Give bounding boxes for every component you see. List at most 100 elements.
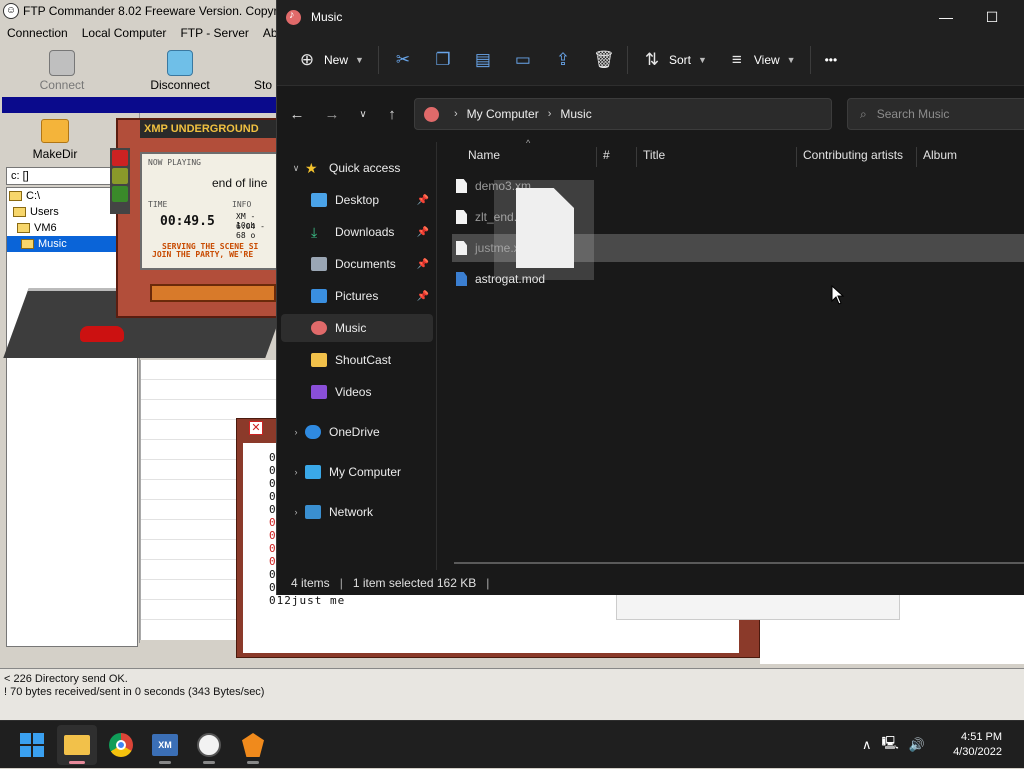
cut-icon: ✂ — [395, 49, 411, 69]
taskbar-file-explorer[interactable] — [57, 725, 97, 765]
rename-button[interactable]: ▭ — [503, 44, 543, 76]
music-folder-icon — [424, 106, 439, 122]
ftp-commander-icon — [197, 733, 221, 757]
delete-button[interactable]: 🗑 — [583, 44, 623, 76]
sort-label: Sort — [668, 52, 691, 67]
forward-button[interactable]: → — [320, 102, 344, 126]
nav-downloads[interactable]: ⤓ Downloads 📌 — [281, 218, 433, 246]
module-file-icon — [456, 272, 467, 286]
column-number[interactable]: # — [596, 147, 636, 167]
sort-button[interactable]: ⇅ Sort ▼ — [632, 44, 717, 76]
xmplay-time: 00:49.5 — [160, 214, 215, 229]
search-icon: ⌕ — [860, 106, 867, 121]
ftp-menu-bar: Connection Local Computer FTP - Server A… — [0, 23, 291, 43]
power-icon[interactable] — [112, 150, 128, 166]
documents-icon — [311, 257, 327, 271]
address-bar[interactable]: › My Computer › Music ∨ ↻ — [414, 98, 965, 130]
menu-connection[interactable]: Connection — [0, 23, 75, 43]
nav-videos[interactable]: Videos — [281, 378, 433, 406]
music-icon — [311, 321, 327, 335]
breadcrumb-my-computer[interactable]: My Computer — [467, 107, 539, 121]
nav-pictures[interactable]: Pictures 📌 — [281, 282, 433, 310]
nav-network[interactable]: › Network — [281, 498, 433, 526]
nav-desktop[interactable]: Desktop 📌 — [281, 186, 433, 214]
pattern-row: 012just me — [269, 594, 346, 607]
minimize-button[interactable]: — — [923, 0, 969, 34]
chevron-right-icon: › — [294, 467, 298, 477]
column-name[interactable]: Name — [462, 147, 602, 167]
cut-button[interactable]: ✂ — [383, 44, 423, 76]
view-button[interactable]: ≡ View ▼ — [717, 44, 806, 76]
now-playing-label: NOW PLAYING — [148, 158, 201, 167]
menu-local-computer[interactable]: Local Computer — [75, 23, 174, 43]
info-label: INFO — [232, 200, 252, 209]
config-icon[interactable] — [112, 186, 128, 202]
share-button[interactable]: ⇪ — [543, 44, 583, 76]
chevron-right-icon: › — [547, 108, 552, 120]
xmplay-sign: XMP UNDERGROUND — [140, 120, 278, 138]
cloud-icon — [305, 425, 321, 439]
plus-circle-icon: ⊕ — [299, 49, 315, 69]
volume-icon[interactable]: 🔊 — [909, 737, 925, 753]
trash-icon: 🗑 — [592, 49, 615, 69]
nav-documents[interactable]: Documents 📌 — [281, 250, 433, 278]
column-title[interactable]: Title — [636, 147, 796, 167]
download-icon: ⤓ — [311, 224, 318, 240]
nav-onedrive[interactable]: › OneDrive — [281, 418, 433, 446]
nav-label: Videos — [335, 385, 372, 399]
taskbar-xmplay[interactable]: XM — [145, 725, 185, 765]
new-button[interactable]: ⊕ New ▼ — [287, 44, 374, 76]
xmplay-transport-controls[interactable] — [150, 284, 276, 302]
up-button[interactable]: ↑ — [380, 102, 404, 126]
document-icon — [516, 188, 574, 268]
nav-quick-access[interactable]: ∨ ★ Quick access — [281, 154, 433, 182]
navigation-pane: ∨ ★ Quick access Desktop 📌 ⤓ Downloads 📌… — [277, 142, 437, 572]
selection-info: 1 item selected 162 KB — [352, 575, 477, 590]
pin-icon: 📌 — [416, 290, 429, 302]
back-button[interactable]: ← — [285, 102, 309, 126]
pin-icon: 📌 — [416, 258, 429, 270]
more-options-button[interactable]: ••• — [815, 44, 848, 76]
car-graphic — [80, 326, 124, 342]
share-icon: ⇪ — [555, 49, 571, 69]
address-row: ← → ∨ ↑ › My Computer › Music ∨ ↻ ⌕ Sear… — [277, 86, 1024, 142]
window-title: Music — [311, 10, 343, 24]
paste-button[interactable]: ▤ — [463, 44, 503, 76]
nav-shoutcast[interactable]: ShoutCast — [281, 346, 433, 374]
file-icon — [456, 241, 467, 255]
command-bar: ⊕ New ▼ ✂ ❐ ▤ ▭ ⇪ 🗑 ⇅ Sort ▼ ≡ View ▼ ••… — [277, 34, 1024, 86]
copy-icon: ❐ — [435, 49, 451, 69]
clock[interactable]: 4:51 PM 4/30/2022 — [953, 730, 1002, 760]
taskbar-chrome[interactable] — [101, 725, 141, 765]
menu-ftp-server[interactable]: FTP - Server — [173, 23, 255, 43]
nav-music[interactable]: Music — [281, 314, 433, 342]
column-album[interactable]: Album — [916, 147, 1024, 167]
network-icon — [305, 505, 321, 519]
breadcrumb-music[interactable]: Music — [560, 107, 591, 121]
network-icon[interactable]: 🖳 — [882, 734, 899, 756]
view-label: View — [753, 52, 780, 67]
winamp-icon — [242, 733, 264, 757]
time-label: TIME — [148, 200, 168, 209]
taskbar-ftp-commander[interactable] — [189, 725, 229, 765]
log-line: ! 70 bytes received/sent in 0 seconds (3… — [4, 686, 265, 698]
chevron-up-icon[interactable]: ∧ — [862, 737, 872, 753]
start-button[interactable] — [12, 725, 52, 765]
recent-locations-button[interactable]: ∨ — [351, 102, 375, 126]
taskbar-winamp[interactable] — [233, 725, 273, 765]
system-tray: ∧ 🖳 🔊 — [862, 721, 925, 769]
log-line: < 226 Directory send OK. — [4, 673, 128, 685]
mouse-cursor-icon — [831, 285, 845, 305]
column-contributing-artists[interactable]: Contributing artists — [796, 147, 916, 167]
nav-my-computer[interactable]: › My Computer — [281, 458, 433, 486]
ftp-log-panel: < 226 Directory send OK. ! 70 bytes rece… — [0, 668, 1024, 720]
file-explorer-icon — [64, 735, 90, 755]
maximize-button[interactable]: ☐ — [969, 0, 1015, 34]
copy-button[interactable]: ❐ — [423, 44, 463, 76]
nav-label: Desktop — [335, 193, 380, 207]
eject-icon[interactable] — [112, 168, 128, 184]
horizontal-scrollbar[interactable] — [454, 562, 1024, 564]
search-input[interactable]: ⌕ Search Music — [847, 98, 1024, 130]
arrow-left-icon: ← — [289, 105, 305, 123]
close-icon[interactable]: ✕ — [249, 421, 263, 435]
